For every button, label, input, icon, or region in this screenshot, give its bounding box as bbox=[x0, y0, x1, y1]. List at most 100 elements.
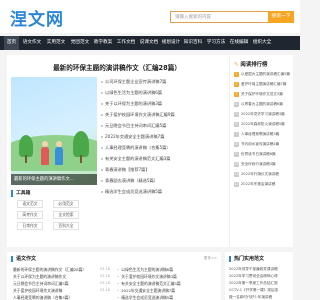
nav-item-lecture[interactable]: 说课文档 bbox=[138, 36, 160, 50]
list-item[interactable]: 以绿色生活为主题的演讲稿6篇 bbox=[101, 90, 233, 96]
list-item[interactable]: 有关安全主题的演讲稿范文汇编3篇 bbox=[101, 156, 233, 162]
rank-number: 11 bbox=[234, 172, 239, 177]
date-label: 03-18 bbox=[100, 274, 110, 278]
hot-link[interactable]: 2022年学习贯彻全会精神心得 bbox=[229, 274, 291, 279]
nav-item-planning[interactable]: 规划设计 bbox=[160, 36, 182, 50]
page: 涅文网 请输入搜索的内容 搜索一下 首页 语文作文 实用范文 党团范文 教学教案… bbox=[0, 0, 300, 300]
list-item[interactable]: 青春励志演讲稿（精选5篇） bbox=[101, 178, 233, 184]
tool-link[interactable]: 高考作文 bbox=[17, 211, 43, 219]
essay-link[interactable]: 人事经理竞聘的演讲稿（合集5篇） bbox=[13, 295, 99, 300]
toolbox-heading: 工具箱 bbox=[11, 189, 97, 198]
rank-number: 5 bbox=[234, 112, 239, 117]
ranking-item[interactable]: 6 2022年森林防火演讲稿5篇 bbox=[234, 122, 294, 127]
rank-number: 12 bbox=[234, 182, 239, 187]
nav-item-organizations[interactable]: 组织大全 bbox=[251, 36, 273, 50]
main-nav: 首页 语文作文 实用范文 党团范文 教学教案 工作文档 说课文档 规划设计 知识… bbox=[0, 36, 300, 50]
rank-number: 6 bbox=[234, 122, 239, 127]
search-button[interactable]: 搜索一下 bbox=[268, 11, 294, 23]
more-link[interactable]: 更多>> bbox=[204, 256, 217, 261]
site-logo[interactable]: 涅文网 bbox=[10, 5, 64, 30]
essay-link[interactable]: 最新的环保主题的演讲稿作文（汇编28篇） bbox=[13, 267, 99, 273]
ranking-item[interactable]: 2 爱护环境主题演讲稿汇编7篇 bbox=[234, 82, 294, 87]
ranking-item[interactable]: 7 人事经理竞聘演讲稿3篇 bbox=[234, 132, 294, 137]
ranking-panel: ✎ 阅读排行榜 1 以爱国为主题的演讲稿汇编5篇 2 爱护环境主题演讲稿汇编7篇 3… bbox=[229, 55, 293, 247]
heading-bar bbox=[11, 190, 13, 197]
list-item[interactable]: 关于爱护校园环境作文演讲稿汇编9篇 bbox=[101, 112, 233, 118]
heading-bar bbox=[229, 256, 231, 262]
date-label: 03-18 bbox=[100, 267, 110, 271]
tool-link[interactable]: 百科大全 bbox=[53, 222, 79, 230]
section-title: 语文作文 bbox=[16, 256, 37, 262]
nav-item-home[interactable]: 首页 bbox=[4, 36, 19, 50]
tool-link[interactable]: 全文检索 bbox=[53, 211, 79, 219]
nav-item-practical[interactable]: 实用范文 bbox=[45, 36, 67, 50]
nav-item-chinese-essay[interactable]: 语文作文 bbox=[21, 36, 43, 50]
pencil-icon: ✎ bbox=[234, 62, 239, 68]
ranking-item[interactable]: 4 以青春为主题的演讲稿6篇 bbox=[234, 102, 294, 107]
bullet-icon: • bbox=[117, 281, 120, 286]
list-item[interactable]: 关于以环保为主题的演讲稿3篇 bbox=[101, 101, 233, 107]
hot-link[interactable]: 2022年第一季度工作总结汇报 bbox=[229, 281, 291, 286]
essay-link[interactable]: • 2022年交通安全主题演讲稿7篇 bbox=[117, 288, 217, 294]
nav-item-work-docs[interactable]: 工作文档 bbox=[115, 36, 137, 50]
essay-link[interactable]: • 精选学生会成员竞选演讲稿5篇 bbox=[117, 295, 217, 300]
nav-item-encyclopedia[interactable]: 知识百科 bbox=[182, 36, 204, 50]
tree-shape bbox=[73, 131, 89, 157]
nav-item-teaching[interactable]: 教学教案 bbox=[92, 36, 114, 50]
tool-link[interactable]: 语文范文 bbox=[17, 200, 43, 208]
tree-shape bbox=[19, 135, 33, 157]
ranking-item[interactable]: 9 世界读书日演讲稿6篇 bbox=[234, 152, 294, 157]
tree-trunk bbox=[25, 155, 27, 163]
section-title: 热门实用范文 bbox=[234, 256, 265, 262]
rank-number: 9 bbox=[234, 152, 239, 157]
featured-thumbnail[interactable]: 最新的环保主题的演讲稿作文... bbox=[11, 77, 97, 185]
nav-item-online-edit[interactable]: 在线编辑 bbox=[228, 36, 250, 50]
essay-link[interactable]: 元旦晚会节目主持词串词汇编5篇 bbox=[13, 281, 99, 287]
essay-link[interactable]: 关于爱护校园环境作文演讲稿 bbox=[13, 288, 99, 294]
ranking-item[interactable]: 10 安全伴我行演讲稿3篇 bbox=[234, 162, 294, 167]
rank-number: 8 bbox=[234, 142, 239, 147]
nav-item-study[interactable]: 学习方法 bbox=[205, 36, 227, 50]
hot-link[interactable]: 做一名新时代好少年演讲稿 bbox=[229, 295, 291, 300]
ranking-item[interactable]: 3 关于保护环境作文范文5篇 bbox=[234, 92, 294, 97]
hot-link[interactable]: CCTV-1《开学第一课》观后感 bbox=[229, 288, 291, 293]
ranking-item[interactable]: 11 2022年升旗仪式演讲稿 bbox=[234, 172, 294, 177]
list-item[interactable]: 精选学生会成员竞选演讲稿5篇 bbox=[101, 189, 233, 195]
hot-link[interactable]: 2022年领导干部廉政党课讲稿 bbox=[229, 267, 291, 272]
nav-item-party[interactable]: 党团范文 bbox=[69, 36, 91, 50]
essay-link[interactable]: 关于以环保为主题的演讲稿作文 bbox=[13, 274, 99, 280]
search-input[interactable]: 请输入搜索的内容 bbox=[170, 11, 268, 23]
ranking-item[interactable]: 5 2022年党史学习演讲稿3篇 bbox=[234, 112, 294, 117]
list-item[interactable]: 公司环保主题企业宣传演讲稿7篇 bbox=[101, 79, 233, 85]
rank-number: 2 bbox=[234, 82, 239, 87]
ranking-item[interactable]: 8 节约用水宣传演讲稿4篇 bbox=[234, 142, 294, 147]
bullet-icon: • bbox=[117, 295, 120, 300]
search-box: 请输入搜索的内容 搜索一下 bbox=[170, 11, 294, 23]
featured-title[interactable]: 最新的环保主题的演讲稿作文（汇编28篇） bbox=[7, 62, 227, 72]
featured-panel: 最新的环保主题的演讲稿作文（汇编28篇） 最新的环保主题的演讲稿作文... 工具… bbox=[7, 55, 293, 247]
rank-number: 10 bbox=[234, 162, 239, 167]
ranking-item[interactable]: 1 以爱国为主题的演讲稿汇编5篇 bbox=[234, 72, 294, 77]
essay-link[interactable]: • 有关安全主题的演讲稿范文汇编3篇 bbox=[117, 281, 217, 287]
rank-number: 1 bbox=[234, 72, 239, 77]
child-figure bbox=[55, 141, 63, 165]
tree-trunk bbox=[80, 155, 82, 163]
site-header: 涅文网 请输入搜索的内容 搜索一下 bbox=[0, 0, 300, 33]
ranking-title: ✎ 阅读排行榜 bbox=[234, 62, 268, 68]
essay-link[interactable]: • 以绿色生活为主题的演讲稿6篇 bbox=[117, 267, 217, 273]
date-label: 03-18 bbox=[100, 281, 110, 285]
rank-number: 4 bbox=[234, 102, 239, 107]
bullet-icon: • bbox=[117, 274, 120, 279]
child-figure bbox=[41, 141, 49, 165]
list-item[interactable]: 元旦晚会节目主持词串词汇编5篇 bbox=[101, 123, 233, 129]
ranking-item[interactable]: 12 2022年冬奥会演讲稿 bbox=[234, 182, 294, 187]
hot-practical-section: 热门实用范文 2022年领导干部廉政党课讲稿 2022年学习贯彻全会精神心得 2… bbox=[225, 252, 293, 300]
tool-link[interactable]: 日常作文 bbox=[17, 222, 43, 230]
date-label: 03-18 bbox=[100, 288, 110, 292]
tool-link[interactable]: 必用范文 bbox=[53, 200, 79, 208]
essay-link[interactable]: • 关于爱护校园环境作文演讲稿3篇 bbox=[117, 274, 217, 280]
list-item[interactable]: 人事经理竞聘的演讲稿（合集5篇） bbox=[101, 145, 233, 151]
list-item[interactable]: 青春演讲稿【推荐7篇】 bbox=[101, 167, 233, 173]
essay-section: 语文作文 更多>> 最新的环保主题的演讲稿作文（汇编28篇） 关于以环保为主题的… bbox=[7, 252, 221, 300]
list-item[interactable]: 2022年交通安全主题演讲稿7篇 bbox=[101, 134, 233, 140]
